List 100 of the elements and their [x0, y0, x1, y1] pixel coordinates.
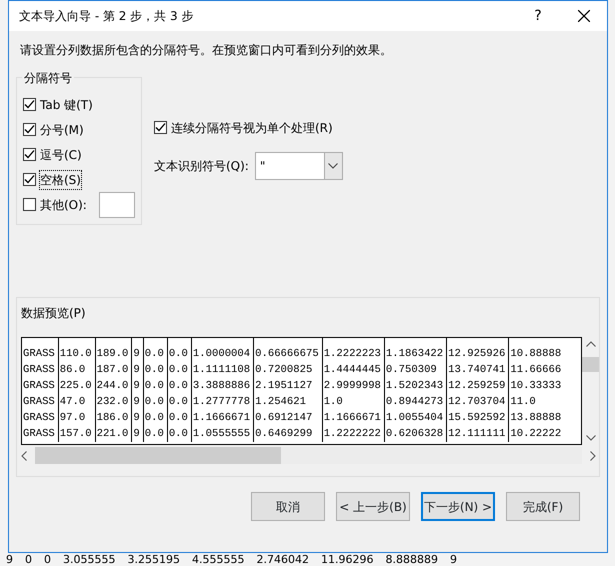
table-cell: 0.0	[143, 394, 168, 410]
instruction-text: 请设置分列数据所包含的分隔符号。在预览窗口内可看到分列的效果。	[19, 42, 393, 59]
table-cell: 0.0	[167, 410, 192, 426]
table-cell: 0.0	[167, 362, 192, 378]
table-cell: 0.66666675	[254, 338, 322, 362]
table-cell: 244.0	[95, 378, 132, 394]
spreadsheet-cell-text: 8.888889	[384, 553, 439, 566]
preview-title: 数据预览(P)	[21, 305, 87, 322]
qualifier-label: 文本识别符号(Q):	[154, 158, 249, 175]
checkbox[interactable]	[23, 98, 36, 111]
table-cell: 9	[132, 410, 144, 426]
table-cell: 97.0	[58, 410, 96, 426]
table-cell: 15.592592	[446, 410, 509, 426]
checkbox[interactable]	[23, 198, 36, 211]
table-cell: 2.1951127	[254, 378, 322, 394]
table-cell: 10.22222	[508, 426, 564, 442]
scrollbar-thumb[interactable]	[35, 447, 282, 464]
table-cell: 187.0	[95, 362, 132, 378]
table-cell: 110.0	[58, 338, 96, 362]
table-cell: 0.7200825	[254, 362, 322, 378]
table-cell: 86.0	[58, 362, 96, 378]
table-cell: 3.3888886	[191, 378, 254, 394]
table-cell: 1.0555555	[191, 426, 254, 442]
dialog-button[interactable]: 取消	[251, 492, 325, 521]
table-cell: 0.0	[167, 338, 192, 362]
table-cell: 12.111111	[446, 426, 509, 442]
table-cell: 9	[132, 378, 144, 394]
option-label: 逗号(C)	[40, 146, 82, 164]
option-label: 空格(S)	[40, 170, 81, 188]
dialog-button[interactable]: 完成(F)	[506, 492, 580, 521]
table-cell: 0.0	[143, 378, 168, 394]
table-cell: 0.0	[143, 410, 168, 426]
table-cell: 1.0	[322, 394, 384, 410]
table-cell: 12.259259	[446, 378, 509, 394]
table-cell: 9	[132, 362, 144, 378]
qualifier-dropdown[interactable]: "	[254, 152, 343, 180]
table-cell: 221.0	[95, 426, 132, 442]
table-cell: 10.88888	[508, 338, 564, 362]
table-cell: GRASS	[22, 410, 58, 426]
option-label: Tab 键(T)	[40, 96, 93, 114]
chevron-down-icon	[328, 163, 338, 169]
table-cell: 1.1111108	[191, 362, 254, 378]
table-cell: 1.5202343	[384, 378, 447, 394]
checkbox[interactable]	[23, 173, 36, 186]
option-label: 分号(M)	[40, 122, 84, 138]
table-cell: GRASS	[22, 426, 58, 442]
spreadsheet-cell-text: 4.555555	[191, 553, 246, 566]
table-cell: 0.6469299	[254, 426, 322, 442]
table-cell: 1.1666671	[191, 410, 254, 426]
table-cell: 0.6912147	[254, 410, 322, 426]
table-cell: 1.2222223	[322, 338, 384, 362]
spreadsheet-cell-text: 9	[5, 553, 14, 566]
window-title: 文本导入向导 - 第 2 步，共 3 步	[19, 8, 194, 25]
table-cell: 1.2777778	[191, 394, 254, 410]
table-cell: 9	[132, 338, 144, 362]
chevron-up-icon[interactable]	[586, 341, 596, 347]
checkbox[interactable]	[23, 148, 36, 161]
table-cell: 0.0	[143, 362, 168, 378]
table-cell: 157.0	[58, 426, 96, 442]
table-cell: 186.0	[95, 410, 132, 426]
table-cell: 10.33333	[508, 378, 564, 394]
spreadsheet-cell-text: 0	[24, 553, 33, 566]
dialog-button[interactable]: 下一步(N) >	[421, 492, 495, 521]
table-cell: 12.925926	[446, 338, 509, 362]
help-button[interactable]: ?	[515, 6, 561, 26]
spreadsheet-cell-text: 11.96296	[320, 553, 374, 566]
spreadsheet-cell-text: 9	[449, 553, 458, 566]
chevron-left-icon[interactable]	[21, 450, 27, 460]
table-cell: GRASS	[22, 338, 58, 362]
chevron-right-icon[interactable]	[590, 450, 596, 460]
table-cell: 1.0055404	[384, 410, 447, 426]
table-cell: 13.88888	[508, 410, 564, 426]
table-cell: 1.1863422	[384, 338, 447, 362]
table-cell: 0.0	[143, 338, 168, 362]
table-cell: 47.0	[58, 394, 96, 410]
table-cell: 1.4444445	[322, 362, 384, 378]
other-input-field[interactable]	[98, 192, 135, 218]
spreadsheet-cell-text: 0	[43, 553, 52, 566]
option-label: 连续分隔符号视为单个处理(R)	[171, 120, 333, 136]
table-cell: 0.8944273	[384, 394, 447, 410]
group-title: 分隔符号	[22, 69, 74, 87]
spreadsheet-cell-text: 3.255195	[126, 553, 181, 566]
table-cell: 0.0	[167, 378, 192, 394]
table-cell: 0.750309	[384, 362, 447, 378]
table-cell: 1.1666671	[322, 410, 384, 426]
table-cell: 11.66666	[508, 362, 564, 378]
dialog-button[interactable]: < 上一步(B)	[336, 492, 410, 521]
table-cell: 9	[132, 426, 144, 442]
checkbox[interactable]	[154, 121, 167, 134]
checkbox[interactable]	[23, 123, 36, 136]
scrollbar-track[interactable]	[35, 447, 582, 464]
table-cell: 13.740741	[446, 362, 509, 378]
table-cell: 12.703704	[446, 394, 509, 410]
chevron-down-icon[interactable]	[586, 435, 596, 441]
option-label: 其他(O):	[40, 196, 87, 214]
table-cell: 225.0	[58, 378, 96, 394]
scrollbar-thumb[interactable]	[582, 357, 599, 372]
table-cell: GRASS	[22, 394, 58, 410]
table-cell: 9	[132, 394, 144, 410]
spreadsheet-cell-text: 2.746042	[256, 553, 310, 566]
